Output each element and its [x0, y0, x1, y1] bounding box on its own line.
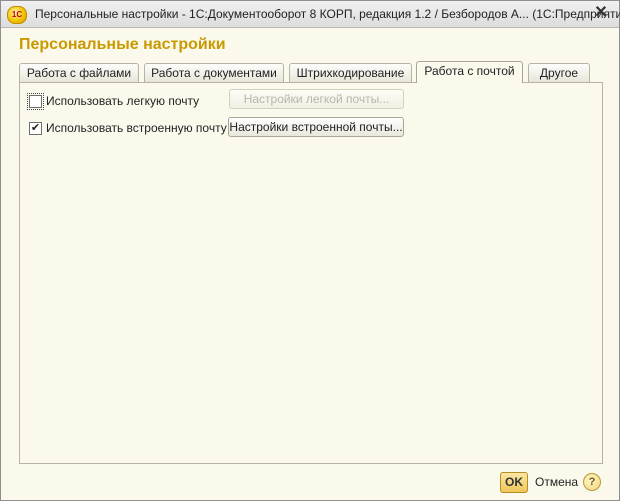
tab-documents[interactable]: Работа с документами	[144, 63, 284, 82]
tab-files[interactable]: Работа с файлами	[19, 63, 139, 82]
builtin-mail-settings-button[interactable]: Настройки встроенной почты...	[228, 117, 404, 137]
app-logo-icon: 1С	[7, 6, 27, 24]
tab-other[interactable]: Другое	[528, 63, 590, 82]
title-bar: 1С Персональные настройки - 1С:Документо…	[1, 1, 620, 28]
easy-mail-row: Использовать легкую почту Настройки легк…	[27, 89, 589, 110]
tab-barcoding[interactable]: Штрихкодирование	[289, 63, 412, 82]
close-icon[interactable]: ✕	[592, 4, 610, 22]
tab-mail[interactable]: Работа с почтой	[416, 61, 523, 83]
easy-mail-checkbox[interactable]	[27, 93, 44, 110]
cancel-button[interactable]: Отмена	[535, 475, 578, 489]
ok-button[interactable]: OK	[500, 472, 528, 493]
help-icon[interactable]: ?	[583, 473, 601, 491]
easy-mail-label: Использовать легкую почту	[46, 94, 200, 108]
builtin-mail-label: Использовать встроенную почту	[46, 121, 227, 135]
window-title: Персональные настройки - 1С:Документообо…	[35, 7, 620, 21]
builtin-mail-row: ✔ Использовать встроенную почту Настройк…	[29, 117, 589, 137]
settings-window: 1С Персональные настройки - 1С:Документо…	[0, 0, 620, 501]
mail-tab-panel: Использовать легкую почту Настройки легк…	[19, 82, 603, 464]
easy-mail-settings-button[interactable]: Настройки легкой почты...	[229, 89, 404, 109]
form-title: Персональные настройки	[19, 36, 226, 53]
builtin-mail-checkbox[interactable]: ✔	[29, 122, 42, 135]
